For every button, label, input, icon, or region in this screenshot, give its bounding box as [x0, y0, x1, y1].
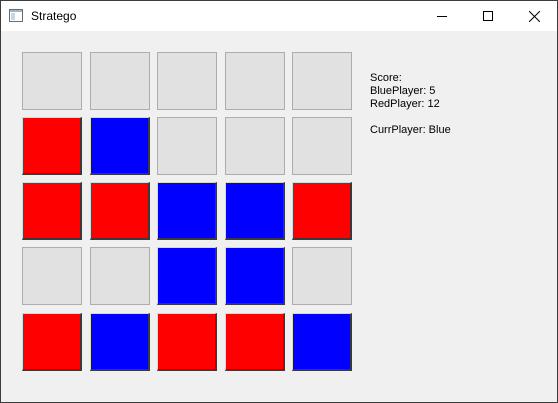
board-cell-r1-c1-empty[interactable]	[22, 52, 82, 110]
board-cell-r4-c1-empty[interactable]	[22, 247, 82, 305]
board-cell-r2-c5-empty[interactable]	[292, 117, 352, 175]
board-cell-r1-c4-empty[interactable]	[225, 52, 285, 110]
board-cell-r2-c2-blue[interactable]	[90, 117, 150, 175]
board-cell-r4-c3-blue[interactable]	[157, 247, 217, 305]
red-player-score: RedPlayer: 12	[370, 98, 440, 110]
app-window: Stratego Score: BluePlayer: 5 RedPlayer:…	[0, 0, 558, 403]
score-panel: Score: BluePlayer: 5 RedPlayer: 12 CurrP…	[370, 72, 451, 137]
blue-player-score: BluePlayer: 5	[370, 85, 436, 97]
board-cell-r3-c4-blue[interactable]	[225, 182, 285, 240]
board-cell-r3-c3-blue[interactable]	[157, 182, 217, 240]
board-cell-r5-c4-red[interactable]	[225, 313, 285, 371]
current-player: CurrPlayer: Blue	[370, 124, 451, 136]
board-cell-r5-c1-red[interactable]	[22, 313, 82, 371]
board-cell-r3-c2-red[interactable]	[90, 182, 150, 240]
board-cell-r4-c5-empty[interactable]	[292, 247, 352, 305]
board-cell-r5-c5-blue[interactable]	[292, 313, 352, 371]
board-cell-r1-c5-empty[interactable]	[292, 52, 352, 110]
board-cell-r2-c1-red[interactable]	[22, 117, 82, 175]
game-board	[1, 1, 557, 402]
board-cell-r5-c3-red[interactable]	[157, 313, 217, 371]
board-cell-r2-c4-empty[interactable]	[225, 117, 285, 175]
board-cell-r3-c1-red[interactable]	[22, 182, 82, 240]
board-cell-r2-c3-empty[interactable]	[157, 117, 217, 175]
board-cell-r1-c2-empty[interactable]	[90, 52, 150, 110]
score-heading: Score:	[370, 72, 402, 84]
board-cell-r5-c2-blue[interactable]	[90, 313, 150, 371]
board-cell-r3-c5-red[interactable]	[292, 182, 352, 240]
board-cell-r4-c2-empty[interactable]	[90, 247, 150, 305]
board-cell-r1-c3-empty[interactable]	[157, 52, 217, 110]
board-cell-r4-c4-blue[interactable]	[225, 247, 285, 305]
